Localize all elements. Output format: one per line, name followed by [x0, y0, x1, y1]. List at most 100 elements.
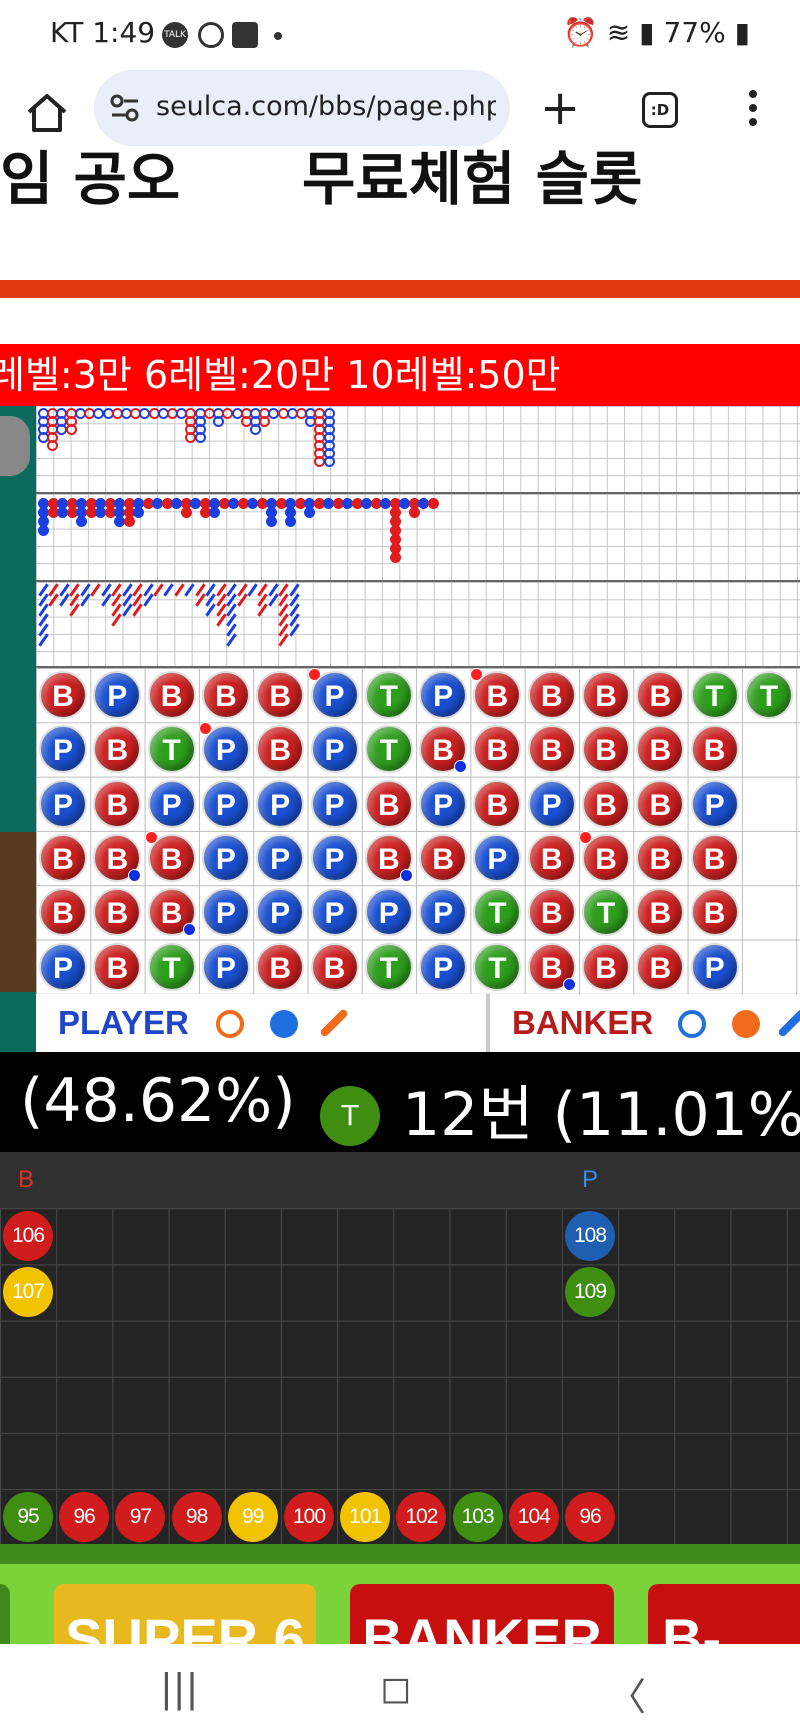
home-nav-icon[interactable]: ◻ [380, 1666, 412, 1710]
chip-image [0, 416, 30, 476]
bead-ball: P [201, 942, 250, 991]
score-chip: 97 [115, 1492, 166, 1543]
bead-ball: P [310, 888, 359, 937]
player-dot-icon [270, 1010, 298, 1038]
road-dot [427, 498, 439, 509]
bead-ball: P [256, 833, 305, 882]
bead-ball: B [419, 833, 468, 882]
headline-right[interactable]: 무료체험 슬롯 [302, 146, 642, 206]
bead-ball: P [473, 833, 522, 882]
banker-slash-icon [777, 1008, 800, 1038]
pair-marker [144, 830, 158, 844]
score-chip: 95 [3, 1492, 53, 1543]
bead-ball: T [364, 942, 413, 991]
bead-ball: B [527, 833, 576, 882]
bead-ball: P [256, 779, 305, 828]
road-ring [65, 424, 77, 436]
stats-strip: (48.62%) T 12번 (11.01%) [0, 1052, 800, 1152]
bead-ball: T [473, 888, 522, 937]
road-dot [76, 516, 87, 528]
bead-ball: P [419, 671, 468, 719]
legend-banker-label: BANKER [512, 1004, 654, 1041]
divider-bar [0, 280, 800, 298]
bead-ball: B [582, 942, 630, 991]
site-settings-icon[interactable] [110, 94, 140, 122]
bead-ball: P [419, 942, 468, 991]
score-grid: B P 106 107 108 109 95 96 97 98 99 100 101 102 103 10… [0, 1152, 800, 1544]
system-nav-bar: ||| ◻ 〈 [0, 1644, 800, 1734]
level-banner-text: 레벨:3만 6레벨:20만 10레벨:50만 [0, 353, 561, 397]
bead-ball: P [419, 779, 468, 828]
tie-stat: 12번 (11.01%) [402, 1080, 800, 1150]
dot-icon [274, 32, 282, 40]
bead-ball: B [636, 833, 685, 882]
player-percent: (48.62%) [20, 1066, 296, 1136]
bet-button-partial[interactable] [0, 1584, 10, 1644]
bead-ball: B [256, 725, 305, 774]
b-column-label: B [18, 1166, 35, 1193]
tab-switcher-button[interactable]: :D [642, 92, 678, 128]
bead-ball: B [39, 833, 87, 882]
bead-ball: B [527, 888, 576, 937]
score-chip: 99 [227, 1492, 278, 1543]
score-chip: 96 [565, 1492, 615, 1543]
player-ring-icon [216, 1010, 244, 1038]
wifi-icon: ≋ [606, 16, 631, 49]
tie-icon: T [320, 1086, 380, 1146]
score-chip: 96 [59, 1492, 110, 1543]
signal-icon: ▮ [639, 16, 655, 49]
bead-ball: P [310, 833, 359, 882]
recent-apps-icon[interactable]: ||| [160, 1666, 198, 1710]
score-chip: 107 [3, 1267, 53, 1318]
road-dot [304, 507, 315, 519]
bead-ball: P [310, 725, 359, 774]
bead-ball: T [364, 671, 413, 719]
bead-ball: T [147, 942, 196, 991]
bead-ball: B [39, 671, 87, 719]
bead-ball: P [201, 779, 250, 828]
bead-ball: T [364, 725, 413, 774]
super6-button[interactable]: SUPER 6 [54, 1584, 316, 1644]
bead-ball: B [93, 942, 142, 991]
bead-ball: P [419, 888, 468, 937]
status-time: KT 1:49 [50, 16, 156, 49]
bead-ball: B [93, 779, 142, 828]
banker-dot-icon [732, 1010, 760, 1038]
score-chip: 104 [508, 1492, 559, 1543]
more-menu-icon[interactable] [748, 90, 758, 130]
bead-ball: B [582, 671, 630, 719]
bead-ball: B [201, 671, 250, 719]
road-ring [213, 416, 225, 428]
bead-ball: P [527, 779, 576, 828]
road-ring [323, 456, 335, 468]
bead-road: BPBBBPTPBBBBTTPBTPBPTBBBBBBPBPPPPBPBPBBP… [36, 668, 800, 994]
banker-button[interactable]: BANKER [350, 1584, 614, 1644]
bead-ball: B [636, 888, 685, 937]
bead-ball: B [39, 888, 87, 937]
new-tab-icon[interactable]: + [540, 84, 580, 132]
big-eye-road [36, 406, 800, 494]
p-column-label: P [582, 1166, 599, 1193]
player-slash-icon [319, 1008, 349, 1038]
bead-ball: B [93, 888, 142, 937]
bead-ball: T [582, 888, 630, 937]
road-dot [209, 507, 220, 519]
headline-left: 임 공오 [0, 146, 181, 206]
back-icon[interactable]: 〈 [608, 1666, 646, 1721]
screen: KT 1:49 TALK ⏰ ≋ ▮ 77% ▮ seulca.com/bbs/… [0, 0, 800, 1734]
table-edge-image [0, 832, 36, 992]
pair-marker [182, 923, 196, 937]
bead-ball: P [690, 942, 739, 991]
pair-marker [579, 830, 592, 844]
address-bar[interactable]: seulca.com/bbs/page.php? [94, 70, 510, 146]
home-icon[interactable] [22, 88, 72, 138]
road-dot [408, 507, 420, 519]
score-chip: 103 [452, 1492, 503, 1543]
bead-ball: B [473, 779, 522, 828]
banker-pair-button[interactable]: B-PAIR [648, 1584, 800, 1644]
road-legend: PLAYER BANKER [36, 994, 800, 1052]
bead-ball: B [582, 779, 630, 828]
bead-ball: B [690, 725, 739, 774]
bead-ball: T [690, 671, 739, 719]
bead-ball: P [364, 888, 413, 937]
